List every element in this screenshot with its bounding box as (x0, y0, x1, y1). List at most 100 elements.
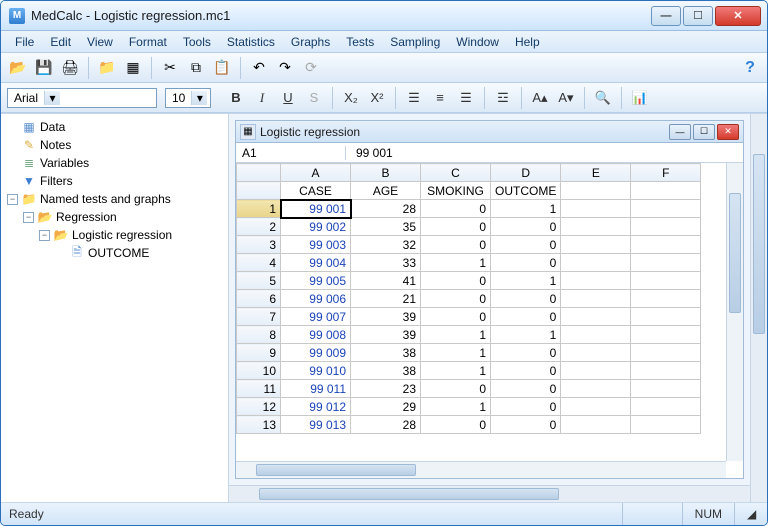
resize-grip[interactable]: ◢ (734, 503, 759, 525)
cell[interactable]: 99 011 (281, 380, 351, 398)
inner-maximize-button[interactable]: ☐ (693, 124, 715, 140)
copy-icon[interactable]: ⧉ (185, 57, 207, 79)
spreadsheet-table[interactable]: ABCDEFCASEAGESMOKINGOUTCOME199 001280129… (236, 163, 701, 434)
tree-item-regression[interactable]: −📂Regression (21, 208, 226, 226)
tree-item-filters[interactable]: ▼Filters (5, 172, 226, 190)
cell[interactable]: 0 (491, 362, 561, 380)
cell[interactable]: 1 (491, 326, 561, 344)
row-header[interactable]: 11 (237, 380, 281, 398)
cell[interactable] (631, 380, 701, 398)
find-button[interactable]: 🔍 (592, 87, 614, 109)
cell[interactable]: 35 (351, 218, 421, 236)
font-combo[interactable]: Arial ▾ (7, 88, 157, 108)
inner-close-button[interactable]: ✕ (717, 124, 739, 140)
table-row[interactable]: 399 0033200 (237, 236, 701, 254)
cell[interactable]: 38 (351, 362, 421, 380)
chart-button[interactable]: 📊 (629, 87, 651, 109)
cell[interactable]: 0 (491, 308, 561, 326)
menu-tests[interactable]: Tests (338, 33, 382, 51)
cell[interactable] (631, 398, 701, 416)
cell[interactable]: 0 (421, 290, 491, 308)
menu-window[interactable]: Window (448, 33, 507, 51)
scrollbar-thumb[interactable] (729, 193, 741, 313)
header-cell[interactable]: OUTCOME (491, 182, 561, 200)
inner-minimize-button[interactable]: — (669, 124, 691, 140)
row-header[interactable]: 6 (237, 290, 281, 308)
tree-item-notes[interactable]: ✎Notes (5, 136, 226, 154)
grid-vscrollbar[interactable] (726, 163, 743, 461)
cell[interactable]: 41 (351, 272, 421, 290)
cell[interactable] (631, 200, 701, 218)
cell[interactable]: 0 (421, 380, 491, 398)
cell[interactable] (561, 218, 631, 236)
cell[interactable] (561, 308, 631, 326)
cell[interactable] (561, 344, 631, 362)
grid[interactable]: ABCDEFCASEAGESMOKINGOUTCOME199 001280129… (236, 163, 743, 478)
cell[interactable]: 1 (491, 200, 561, 218)
cell[interactable] (561, 272, 631, 290)
cell[interactable]: 32 (351, 236, 421, 254)
cut-icon[interactable]: ✂ (159, 57, 181, 79)
row-header[interactable]: 10 (237, 362, 281, 380)
table-row[interactable]: 199 0012801 (237, 200, 701, 218)
table-row[interactable]: 699 0062100 (237, 290, 701, 308)
cell[interactable]: 99 012 (281, 398, 351, 416)
table-row[interactable]: 1199 0112300 (237, 380, 701, 398)
header-cell[interactable]: AGE (351, 182, 421, 200)
cell[interactable]: 99 013 (281, 416, 351, 434)
menu-file[interactable]: File (7, 33, 42, 51)
cell[interactable]: 38 (351, 344, 421, 362)
grid-hscrollbar[interactable] (236, 461, 726, 478)
cell[interactable] (561, 254, 631, 272)
cell[interactable]: 0 (421, 236, 491, 254)
cell[interactable]: 99 008 (281, 326, 351, 344)
col-header[interactable]: F (631, 164, 701, 182)
menu-help[interactable]: Help (507, 33, 548, 51)
table-row[interactable]: 299 0023500 (237, 218, 701, 236)
menu-statistics[interactable]: Statistics (219, 33, 283, 51)
header-cell[interactable]: CASE (281, 182, 351, 200)
subscript-button[interactable]: X₂ (340, 87, 362, 109)
header-cell[interactable] (561, 182, 631, 200)
cell[interactable] (631, 236, 701, 254)
cell-value[interactable]: 99 001 (346, 146, 403, 160)
table-row[interactable]: 1299 0122910 (237, 398, 701, 416)
scrollbar-thumb[interactable] (753, 154, 765, 334)
cell[interactable]: 1 (421, 326, 491, 344)
cell[interactable] (631, 416, 701, 434)
row-header[interactable]: 5 (237, 272, 281, 290)
close-button[interactable] (715, 6, 761, 26)
print-icon[interactable]: 🖨 (59, 57, 81, 79)
scrollbar-thumb[interactable] (256, 464, 416, 476)
collapse-icon[interactable]: − (39, 230, 50, 241)
cell[interactable]: 99 002 (281, 218, 351, 236)
cell[interactable] (631, 290, 701, 308)
strike-button[interactable]: S (303, 87, 325, 109)
align-right-button[interactable]: ☰ (455, 87, 477, 109)
scrollbar-thumb[interactable] (259, 488, 559, 500)
row-header[interactable]: 13 (237, 416, 281, 434)
fontsize-combo[interactable]: 10 ▾ (165, 88, 211, 108)
paste-icon[interactable]: 📋 (211, 57, 233, 79)
cell[interactable] (561, 200, 631, 218)
cell[interactable]: 23 (351, 380, 421, 398)
cell[interactable]: 0 (491, 290, 561, 308)
menu-view[interactable]: View (79, 33, 121, 51)
cell[interactable] (631, 272, 701, 290)
cell[interactable]: 1 (421, 398, 491, 416)
table-row[interactable]: 799 0073900 (237, 308, 701, 326)
refresh-icon[interactable]: ⟳ (300, 57, 322, 79)
bold-button[interactable]: B (225, 87, 247, 109)
chevron-down-icon[interactable]: ▾ (44, 91, 60, 105)
row-header[interactable]: 12 (237, 398, 281, 416)
table-row[interactable]: 1399 0132800 (237, 416, 701, 434)
row-header[interactable]: 4 (237, 254, 281, 272)
cell[interactable]: 99 007 (281, 308, 351, 326)
cell[interactable]: 39 (351, 326, 421, 344)
tree-item-outcome[interactable]: 🗎OUTCOME (53, 244, 226, 262)
header-cell[interactable]: SMOKING (421, 182, 491, 200)
doc-hscrollbar[interactable] (229, 485, 750, 502)
cell[interactable]: 28 (351, 200, 421, 218)
row-header[interactable]: 1 (237, 200, 281, 218)
cell[interactable]: 99 005 (281, 272, 351, 290)
